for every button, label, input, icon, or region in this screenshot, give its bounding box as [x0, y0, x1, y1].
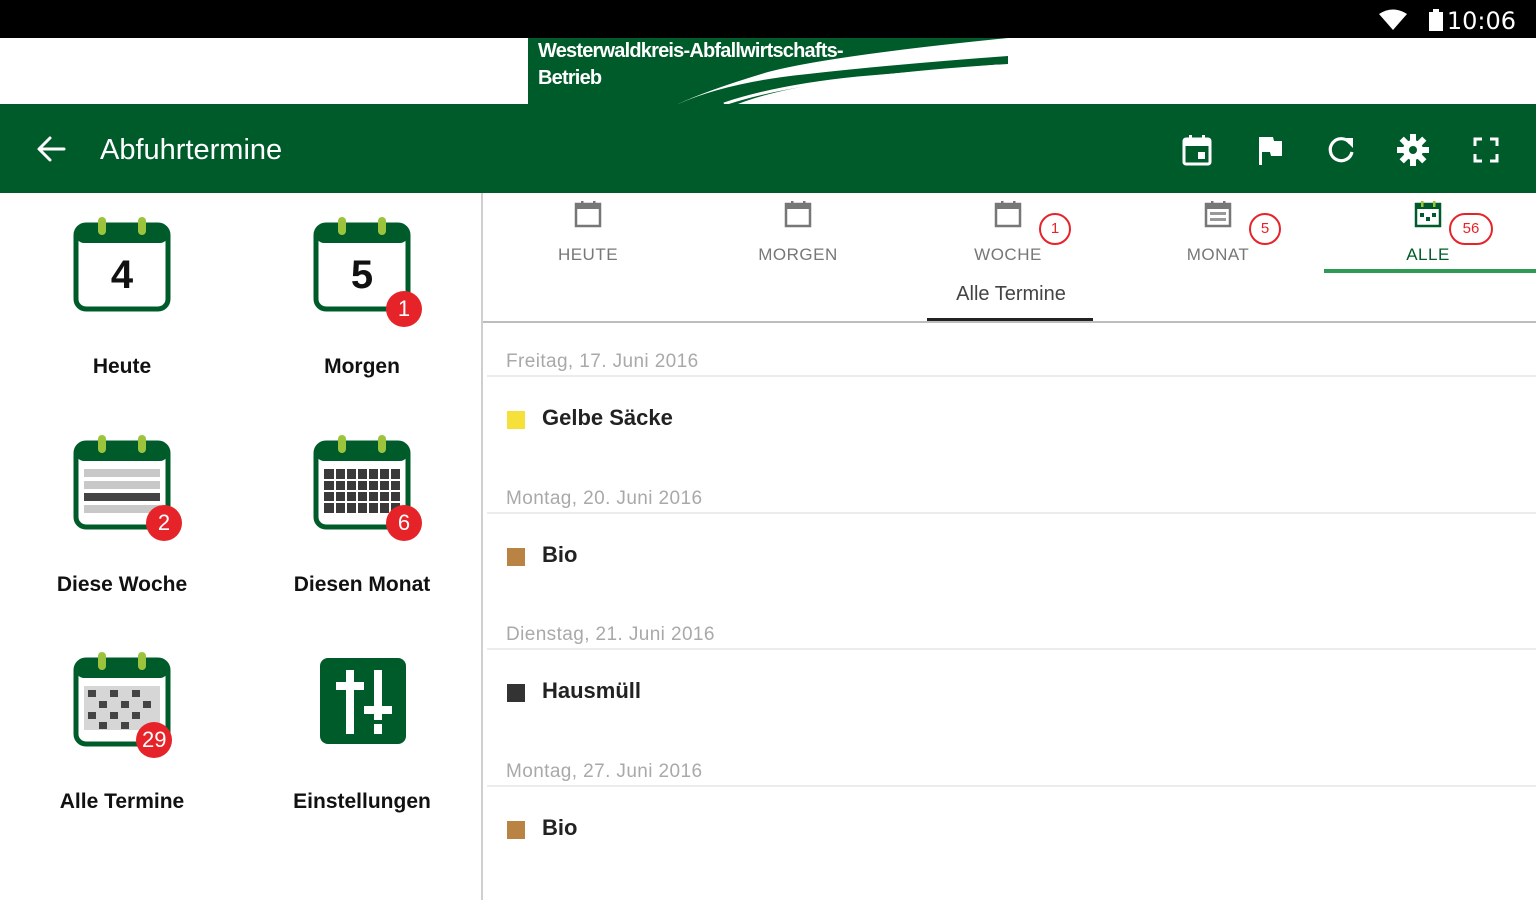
calendar-month-icon: 6 — [310, 433, 422, 541]
wifi-icon — [1379, 9, 1407, 30]
tab-count-badge: 1 — [1039, 213, 1071, 245]
banner-line-1: Westerwaldkreis-Abfallwirtschafts- — [538, 40, 844, 62]
app-bar: Abfuhrtermine — [0, 104, 1536, 193]
clock: 10:06 — [1446, 7, 1516, 35]
tile-label: Diesen Monat — [293, 573, 431, 596]
date-group: Montag, 27. Juni 2016 Bio — [483, 733, 1536, 870]
tile-heute[interactable]: 4 Heute — [22, 215, 222, 405]
calendar-tab-icon — [574, 201, 602, 228]
divider — [487, 375, 1536, 377]
refresh-icon — [1328, 137, 1354, 163]
schedule-list: Freitag, 17. Juni 2016 Gelbe Säcke Monta… — [483, 323, 1536, 869]
banner-line-2: Betrieb — [538, 67, 602, 89]
calendar-today-button[interactable] — [1177, 130, 1217, 170]
subtab-alle-termine[interactable]: Alle Termine — [929, 283, 1093, 323]
list-item[interactable]: Hausmüll — [483, 666, 1536, 722]
tab-morgen[interactable]: MORGEN — [693, 193, 903, 273]
refresh-button[interactable] — [1321, 130, 1361, 170]
calendar-icon — [1182, 135, 1212, 166]
divider — [487, 511, 1536, 514]
date-group: Montag, 20. Juni 2016 Bio — [483, 460, 1536, 597]
flag-button[interactable] — [1250, 130, 1290, 170]
waste-color-marker — [507, 547, 525, 566]
calendar-day-icon: 5 1 — [310, 215, 422, 327]
count-badge: 1 — [386, 291, 422, 327]
tab-count-badge: 5 — [1249, 213, 1281, 245]
waste-color-marker — [507, 411, 525, 429]
waste-type: Bio — [542, 541, 578, 567]
tab-label: HEUTE — [557, 245, 619, 264]
date-header: Freitag, 17. Juni 2016 — [506, 351, 699, 372]
count-badge: 6 — [386, 505, 422, 541]
tile-label: Alle Termine — [59, 790, 185, 813]
date-header: Montag, 20. Juni 2016 — [506, 487, 703, 509]
active-tab-indicator — [1324, 269, 1536, 273]
date-header: Dienstag, 21. Juni 2016 — [506, 624, 715, 645]
calendar-tab-icon — [1204, 201, 1232, 228]
waste-type: Gelbe Säcke — [542, 405, 673, 430]
shortcut-panel: 4 Heute 5 1 Morgen 2 Diese Woche 6 Diese… — [0, 193, 481, 900]
list-item[interactable]: Bio — [483, 530, 1536, 586]
list-item[interactable]: Gelbe Säcke — [483, 393, 1536, 449]
fullscreen-icon — [1473, 137, 1499, 163]
battery-icon — [1429, 9, 1443, 31]
tab-bar: HEUTE MORGEN 1 WOCHE 5 MONAT 56 ALLE — [483, 193, 1536, 279]
tile-diese-woche[interactable]: 2 Diese Woche — [22, 433, 222, 623]
tile-label: Heute — [92, 355, 152, 378]
tile-morgen[interactable]: 5 1 Morgen — [262, 215, 462, 405]
count-badge: 2 — [146, 505, 182, 541]
calendar-day-number: 4 — [110, 253, 134, 297]
fullscreen-button[interactable] — [1466, 130, 1506, 170]
tab-label: ALLE — [1406, 245, 1450, 264]
tab-monat[interactable]: 5 MONAT — [1113, 193, 1323, 273]
date-header: Montag, 27. Juni 2016 — [506, 760, 703, 782]
schedule-panel: HEUTE MORGEN 1 WOCHE 5 MONAT 56 ALLE All… — [483, 193, 1536, 900]
tab-count-badge: 56 — [1449, 213, 1493, 245]
waste-color-marker — [507, 820, 525, 839]
settings-button[interactable] — [1393, 130, 1433, 170]
page-title: Abfuhrtermine — [100, 134, 283, 166]
banner: Westerwaldkreis-Abfallwirtschafts- Betri… — [0, 38, 1536, 104]
calendar-week-icon: 2 — [70, 433, 182, 541]
tab-label: MORGEN — [758, 245, 838, 264]
tab-alle[interactable]: 56 ALLE — [1323, 193, 1533, 273]
banner-title: Westerwaldkreis-Abfallwirtschafts- Betri… — [538, 38, 898, 92]
tile-diesen-monat[interactable]: 6 Diesen Monat — [262, 433, 462, 623]
waste-type: Bio — [542, 814, 578, 840]
waste-type: Hausmüll — [542, 678, 642, 703]
flag-icon — [1259, 137, 1282, 165]
tab-woche[interactable]: 1 WOCHE — [903, 193, 1113, 273]
calendar-tab-icon — [1414, 201, 1442, 228]
tile-label: Diese Woche — [56, 573, 188, 596]
waste-color-marker — [507, 684, 525, 702]
back-arrow-icon[interactable] — [34, 134, 68, 164]
calendar-tab-icon — [784, 201, 812, 228]
divider — [487, 648, 1536, 650]
tab-label: MONAT — [1186, 245, 1250, 264]
status-bar: 10:06 — [0, 0, 1536, 38]
tab-label: WOCHE — [974, 245, 1042, 264]
tile-label: Morgen — [324, 355, 400, 378]
divider — [487, 784, 1536, 787]
tab-heute[interactable]: HEUTE — [483, 193, 693, 273]
settings-icon — [1397, 134, 1429, 166]
tile-einstellungen[interactable]: Einstellungen — [262, 650, 462, 840]
calendar-day-icon: 4 — [70, 215, 174, 319]
tile-label: Einstellungen — [293, 790, 431, 813]
date-group: Dienstag, 21. Juni 2016 Hausmüll — [483, 596, 1536, 733]
calendar-all-icon: 29 — [70, 650, 174, 758]
calendar-tab-icon — [994, 201, 1022, 228]
equalizer-settings-icon — [310, 650, 414, 754]
tile-alle-termine[interactable]: 29 Alle Termine — [22, 650, 222, 840]
list-item[interactable]: Bio — [483, 803, 1536, 859]
date-group: Freitag, 17. Juni 2016 Gelbe Säcke — [483, 323, 1536, 460]
